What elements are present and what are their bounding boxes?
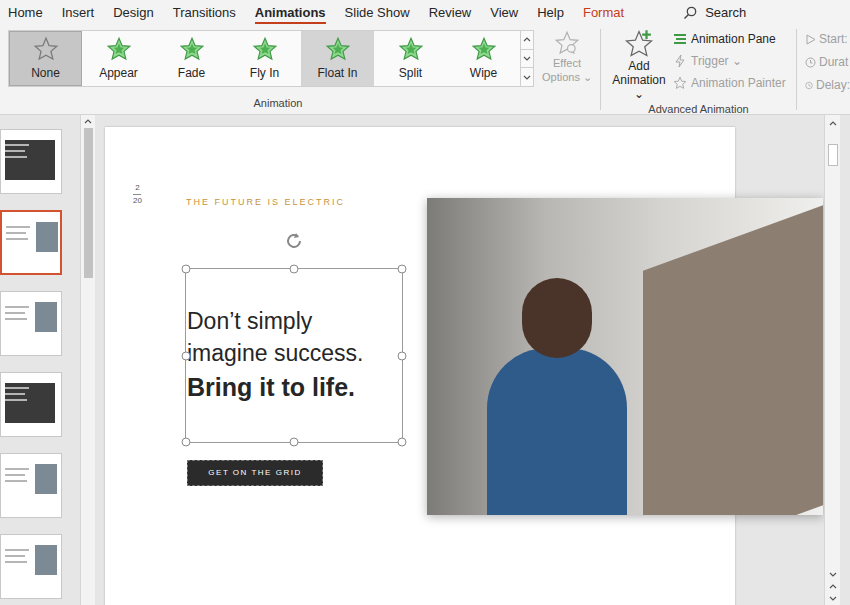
- ribbon-tab[interactable]: Format: [583, 0, 624, 25]
- ribbon-tabs: Home Insert Design Transitions Animations Sli…: [0, 0, 850, 25]
- animation-option[interactable]: Split: [374, 31, 447, 86]
- add-animation-icon: [624, 29, 654, 59]
- timing-item[interactable]: Durat: [805, 53, 850, 71]
- resize-handle[interactable]: [398, 351, 407, 360]
- slide-thumbnail[interactable]: [0, 453, 62, 518]
- slide-thumbnail[interactable]: [0, 534, 62, 599]
- powerpoint-window: Home Insert Design Transitions Animations Sli…: [0, 0, 850, 605]
- ribbon-tab[interactable]: View: [490, 0, 518, 25]
- slide: 220 THE FUTURE IS ELECTRIC Don’t simplyima…: [105, 127, 735, 605]
- advanced-animation-item[interactable]: Trigger ⌄: [673, 52, 786, 70]
- animation-option[interactable]: Appear: [82, 31, 155, 86]
- effect-options-button[interactable]: Effect Options ⌄: [538, 30, 596, 84]
- animation-star-icon: [179, 36, 205, 62]
- animation-pane-icon: [673, 32, 687, 46]
- animation-option[interactable]: Float In: [301, 31, 374, 86]
- ribbon-tab[interactable]: Insert: [62, 0, 95, 25]
- rotate-handle-icon[interactable]: [283, 230, 305, 252]
- animation-star-icon: [398, 36, 424, 62]
- resize-handle[interactable]: [182, 265, 191, 274]
- animation-star-icon: [252, 36, 278, 62]
- thumbnail-scrollbar[interactable]: [80, 115, 95, 605]
- slide-thumbnail[interactable]: [0, 372, 62, 437]
- advanced-animation-item[interactable]: Animation Pane: [673, 30, 786, 48]
- slide-thumbnail[interactable]: [0, 210, 62, 275]
- timing-group: Start: Durat Delay:: [797, 25, 850, 114]
- search-box[interactable]: Search: [683, 0, 746, 25]
- slide-scrollbar[interactable]: [824, 115, 840, 605]
- chevron-up-icon: [522, 35, 532, 44]
- gallery-down-button[interactable]: [521, 49, 533, 68]
- scroll-up-icon: [83, 117, 93, 126]
- eyebrow: THE FUTURE IS ELECTRIC: [186, 196, 345, 210]
- resize-handle[interactable]: [290, 438, 299, 447]
- add-animation-button[interactable]: Add Animation ⌄: [611, 29, 667, 101]
- ribbon-tab[interactable]: Review: [429, 0, 472, 25]
- previous-slide-icon: [828, 582, 838, 591]
- timing-item[interactable]: Start:: [805, 30, 850, 48]
- animation-option[interactable]: None: [9, 31, 82, 86]
- animation-star-icon: [33, 36, 59, 62]
- resize-handle[interactable]: [182, 351, 191, 360]
- text-line: Bring it to life.: [187, 369, 402, 405]
- clock-icon: [805, 80, 813, 91]
- cta-button[interactable]: GET ON THE GRID: [187, 460, 323, 486]
- play-icon: [805, 34, 816, 45]
- group-label: Animation: [8, 95, 548, 115]
- slide-thumbnail[interactable]: [0, 129, 62, 194]
- text-line: Don’t simply: [187, 305, 402, 337]
- gallery-up-button[interactable]: [521, 31, 533, 49]
- animation-option[interactable]: Fly In: [228, 31, 301, 86]
- effect-options-icon: [554, 30, 580, 56]
- advanced-animation-group: Add Animation ⌄ Animation Pane Trigger ⌄ An…: [601, 25, 796, 114]
- ribbon-tab[interactable]: Transitions: [173, 0, 236, 25]
- animation-option[interactable]: Fade: [155, 31, 228, 86]
- animation-option[interactable]: Wipe: [447, 31, 520, 86]
- photo[interactable]: [427, 198, 823, 515]
- next-slide-icon: [828, 594, 838, 603]
- animation-star-icon: [471, 36, 497, 62]
- text-line: imagine success.: [187, 337, 402, 369]
- animation-star-icon: [106, 36, 132, 62]
- scroll-down-icon: [828, 570, 838, 579]
- advanced-animation-item[interactable]: Animation Painter: [673, 74, 786, 92]
- thumbnail-panel: [0, 115, 80, 605]
- text-box[interactable]: Don’t simplyimagine success.Bring it to …: [185, 268, 403, 443]
- ribbon: NoneAppearFadeFly InFloat InSplitWipeEff…: [0, 25, 850, 115]
- resize-handle[interactable]: [398, 438, 407, 447]
- resize-handle[interactable]: [398, 265, 407, 274]
- ribbon-tab[interactable]: Slide Show: [345, 0, 410, 25]
- trigger-icon: [673, 54, 687, 68]
- animation-painter-icon: [673, 76, 687, 90]
- ribbon-tab[interactable]: Home: [8, 0, 43, 25]
- magnifier-icon: [683, 6, 697, 20]
- animation-group: NoneAppearFadeFly InFloat InSplitWipeEff…: [0, 25, 600, 114]
- scroll-up-icon: [828, 119, 838, 128]
- group-label: Advanced Animation: [601, 101, 796, 121]
- gallery-more-button[interactable]: [521, 67, 533, 86]
- animation-star-icon: [325, 36, 351, 62]
- ribbon-tab[interactable]: Animations: [255, 0, 326, 25]
- ribbon-tab[interactable]: Design: [113, 0, 153, 25]
- page-number: 220: [133, 183, 142, 206]
- ribbon-tab[interactable]: Help: [537, 0, 564, 25]
- slide-canvas: 220 THE FUTURE IS ELECTRIC Don’t simplyima…: [95, 115, 824, 605]
- animation-gallery: NoneAppearFadeFly InFloat InSplitWipe: [8, 30, 534, 87]
- clock-icon: [805, 57, 816, 68]
- resize-handle[interactable]: [182, 438, 191, 447]
- timing-item[interactable]: Delay:: [805, 76, 850, 94]
- chevron-down-icon: [522, 54, 532, 63]
- resize-handle[interactable]: [290, 265, 299, 274]
- slide-thumbnail[interactable]: [0, 291, 62, 356]
- more-icon: [522, 73, 532, 82]
